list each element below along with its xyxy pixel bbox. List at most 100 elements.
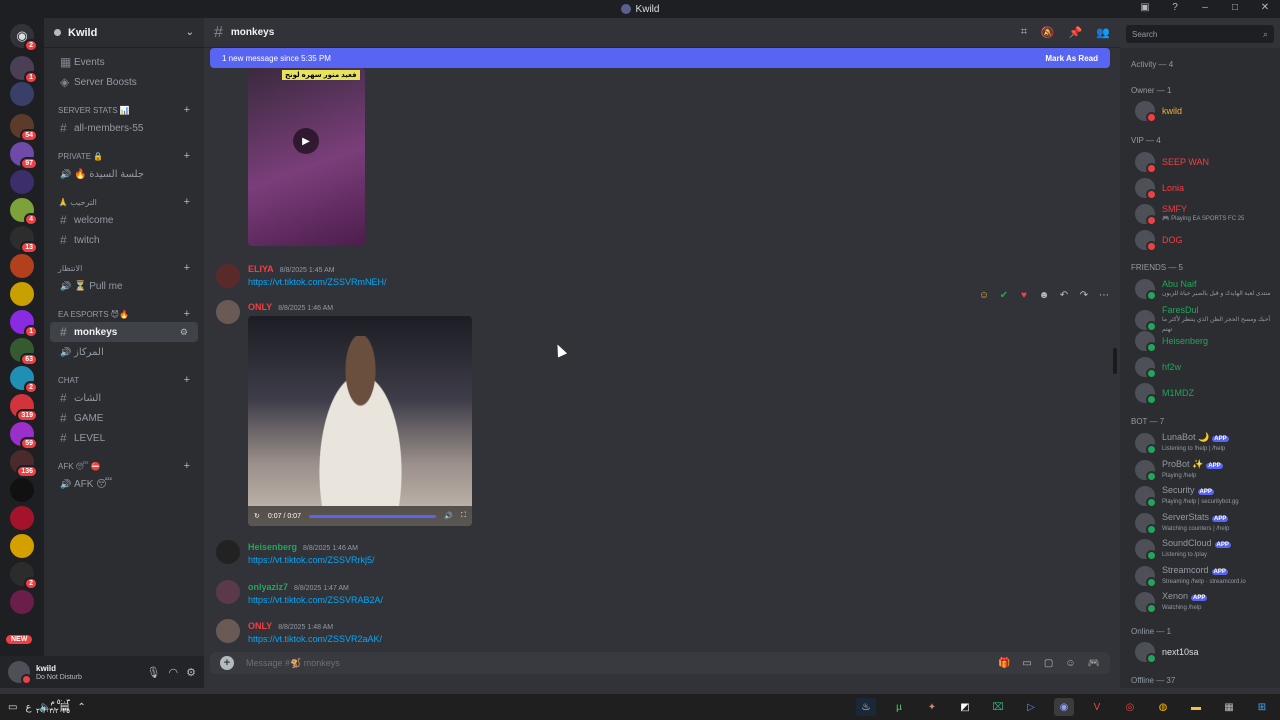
member-item[interactable]: Xenon APP Watching /help: [1135, 591, 1275, 614]
utorrent-icon[interactable]: µ: [889, 698, 909, 716]
channel-item[interactable]: 🔊 ⏳ Pull me: [50, 276, 198, 296]
mark-as-read-button[interactable]: Mark As Read: [1045, 54, 1098, 63]
channel-item[interactable]: # GAME: [50, 408, 198, 428]
check-reaction-icon[interactable]: ✔: [996, 290, 1012, 301]
server-icon[interactable]: [10, 590, 34, 614]
channel-item[interactable]: # welcome: [50, 210, 198, 230]
server-icon[interactable]: 1: [10, 310, 38, 338]
channel-item[interactable]: # الشات: [50, 388, 198, 408]
replay-icon[interactable]: ↻: [254, 512, 260, 520]
notification-icon[interactable]: ▭: [8, 702, 17, 713]
member-item[interactable]: M1MDZ: [1135, 383, 1275, 405]
forward-icon[interactable]: ↷: [1076, 290, 1092, 301]
headphones-icon[interactable]: ◠: [169, 666, 179, 679]
server-icon[interactable]: [10, 534, 34, 558]
message-link[interactable]: https://vt.tiktok.com/ZSSVRrkj5/: [248, 555, 375, 565]
steam-icon[interactable]: ♨: [856, 698, 876, 716]
server-icon[interactable]: [10, 170, 34, 194]
channel-item[interactable]: # all-members-55: [50, 118, 198, 138]
keyboard-lang[interactable]: ع: [25, 702, 31, 713]
member-list-icon[interactable]: 👥: [1096, 26, 1110, 39]
chevron-down-icon[interactable]: ⌄: [186, 27, 194, 38]
settings-gear-icon[interactable]: ⚙: [186, 666, 196, 679]
start-windows-icon[interactable]: ⊞: [1252, 698, 1272, 716]
avatar[interactable]: [216, 619, 240, 643]
message-author[interactable]: ELIYA: [248, 264, 274, 274]
server-icon[interactable]: [10, 478, 34, 502]
gift-icon[interactable]: 🎁: [998, 658, 1010, 669]
app-icon[interactable]: ✦: [922, 698, 942, 716]
member-item[interactable]: Abu Naif منتدى لعبة الهايدك و قبل بالصبر …: [1135, 279, 1275, 301]
member-item[interactable]: LunaBot 🌙 APP Listening to !help | /help: [1135, 432, 1275, 455]
message-composer[interactable]: + Message #🐒 monkeys 🎁 ▭ ▢ ☺ 🎮: [210, 652, 1110, 674]
server-icon[interactable]: 1: [10, 56, 38, 84]
channel-item[interactable]: # twitch: [50, 230, 198, 250]
minimize-button[interactable]: –: [1198, 2, 1212, 13]
avatar[interactable]: [216, 264, 240, 288]
reply-icon[interactable]: ↶: [1056, 290, 1072, 301]
server-icon[interactable]: [10, 506, 34, 530]
store-icon[interactable]: ▦: [1219, 698, 1239, 716]
server-icon[interactable]: 54: [10, 114, 38, 142]
maximize-button[interactable]: □: [1228, 2, 1242, 13]
chrome-icon[interactable]: ◍: [1153, 698, 1173, 716]
avatar[interactable]: [216, 580, 240, 604]
message-author[interactable]: Heisenberg: [248, 542, 297, 552]
help-icon[interactable]: ?: [1168, 2, 1182, 13]
composer-input[interactable]: Message #🐒 monkeys: [246, 658, 340, 669]
server-icon[interactable]: 59: [10, 422, 38, 450]
add-channel-icon[interactable]: +: [184, 196, 190, 208]
message-link[interactable]: https://vt.tiktok.com/ZSSVRmNEH/: [248, 277, 387, 287]
add-channel-icon[interactable]: +: [184, 308, 190, 320]
server-icon[interactable]: 63: [10, 338, 38, 366]
events-item[interactable]: ▦ Events: [50, 52, 198, 72]
message-author[interactable]: ONLY: [248, 621, 272, 631]
server-icon[interactable]: 2: [10, 366, 38, 394]
apps-icon[interactable]: 🎮: [1088, 658, 1100, 669]
more-options-icon[interactable]: ⋯: [1096, 290, 1112, 301]
chat-scrollbar[interactable]: [1113, 348, 1117, 374]
threads-icon[interactable]: ⌗: [1021, 26, 1027, 39]
avatar[interactable]: [8, 661, 32, 685]
riot-icon[interactable]: ◎: [1120, 698, 1140, 716]
inbox-icon[interactable]: ▣: [1138, 2, 1152, 13]
add-channel-icon[interactable]: +: [184, 104, 190, 116]
channel-category[interactable]: SERVER STATS 📊 +: [44, 102, 204, 118]
channel-settings-gear-icon[interactable]: ⚙: [180, 327, 188, 338]
member-item[interactable]: SMFY 🎮 Playing EA SPORTS FC 25: [1135, 204, 1275, 226]
discord-taskbar-icon[interactable]: ◉: [1054, 698, 1074, 716]
member-item[interactable]: ProBot ✨ APP Playing /help: [1135, 459, 1275, 482]
server-icon[interactable]: 319: [10, 394, 38, 422]
add-reaction-icon[interactable]: ☻: [1036, 290, 1052, 301]
channel-category[interactable]: AFK 😴 ⛔ +: [44, 458, 204, 474]
server-icon[interactable]: 2: [10, 562, 38, 590]
server-boosts-item[interactable]: ◈ Server Boosts: [50, 72, 198, 92]
video-progress-bar[interactable]: [308, 514, 437, 518]
valorant-icon[interactable]: V: [1087, 698, 1107, 716]
activity-header[interactable]: Activity — 4: [1131, 60, 1173, 69]
channel-category[interactable]: CHAT +: [44, 372, 204, 388]
message-author[interactable]: ONLY: [248, 302, 272, 312]
add-channel-icon[interactable]: +: [184, 150, 190, 162]
heart-reaction-icon[interactable]: ♥: [1016, 290, 1032, 301]
server-icon[interactable]: [10, 282, 34, 306]
add-channel-icon[interactable]: +: [184, 262, 190, 274]
channel-item[interactable]: 🔊 🔥 جلسة السيدة: [50, 164, 198, 184]
new-messages-bar[interactable]: 1 new message since 5:35 PM Mark As Read: [210, 48, 1110, 68]
message-link[interactable]: https://vt.tiktok.com/ZSSVRAB2A/: [248, 595, 383, 605]
member-item[interactable]: DOG: [1135, 230, 1275, 252]
emoji-reaction-icon[interactable]: ☺: [976, 290, 992, 301]
server-icon[interactable]: 4: [10, 198, 38, 226]
capcut-icon[interactable]: ◩: [955, 698, 975, 716]
member-item[interactable]: Heisenberg: [1135, 331, 1275, 353]
channel-category[interactable]: 🙏 الترحيب +: [44, 194, 204, 210]
message-author[interactable]: onlyaziz7: [248, 582, 288, 592]
member-item[interactable]: ServerStats APP Watching counters | /help: [1135, 512, 1275, 535]
media-icon[interactable]: ▷: [1021, 698, 1041, 716]
channel-category[interactable]: الانتظار +: [44, 260, 204, 276]
server-icon[interactable]: 136: [10, 450, 38, 478]
attach-plus-icon[interactable]: +: [220, 656, 234, 670]
video-attachment[interactable]: فعيد منور سهره لونج ▶: [248, 68, 365, 246]
member-item[interactable]: hf2w: [1135, 357, 1275, 379]
avatar[interactable]: [216, 300, 240, 324]
